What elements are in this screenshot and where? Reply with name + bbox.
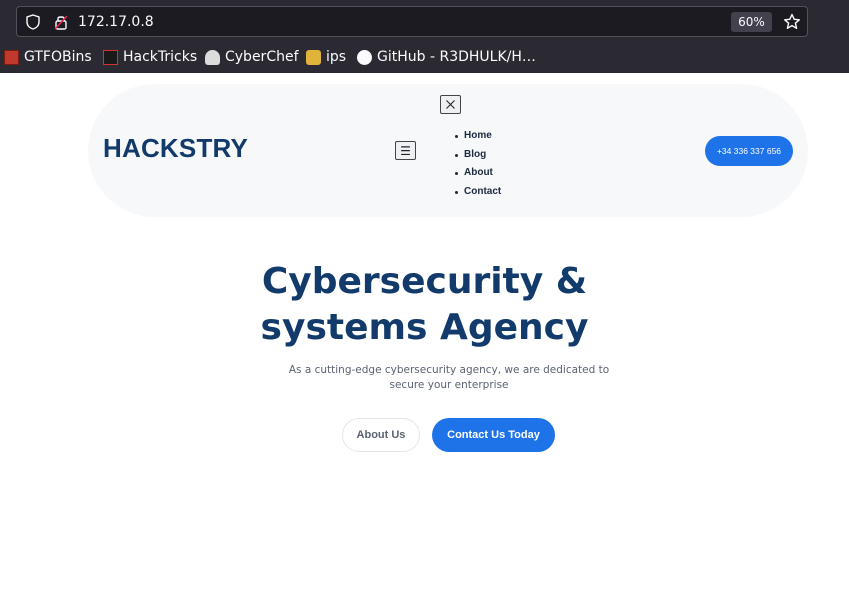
bookmark-github[interactable]: GitHub - R3DHULK/H… — [357, 44, 536, 70]
hero-subtitle: As a cutting-edge cybersecurity agency, … — [288, 364, 610, 391]
bookmark-star-icon[interactable] — [782, 12, 802, 32]
tracking-protection-shield-icon[interactable] — [24, 13, 42, 31]
bookmark-label: GitHub - R3DHULK/H… — [377, 49, 536, 65]
nav-link-contact[interactable]: Contact — [455, 183, 501, 202]
close-menu-icon[interactable] — [440, 95, 461, 114]
hero-title-line-1: Cybersecurity & — [261, 261, 588, 302]
hamburger-menu-icon[interactable]: ☰ — [395, 141, 416, 160]
bookmark-label: HackTricks — [123, 49, 198, 65]
site-header: HACKSTRY ☰ Home Blog About Contact +34 3… — [88, 84, 808, 217]
address-bar[interactable]: 172.17.0.8 60% — [16, 6, 808, 37]
about-us-button[interactable]: About Us — [342, 418, 420, 452]
bookmark-label: CyberChef — [225, 49, 299, 65]
bookmark-cyberchef[interactable]: CyberChef — [205, 44, 299, 70]
bookmark-ips[interactable]: ips — [306, 44, 346, 70]
url-text[interactable]: 172.17.0.8 — [78, 12, 154, 32]
bookmark-label: GTFOBins — [24, 49, 92, 65]
bookmarks-toolbar: GTFOBins HackTricks CyberChef ips GitHub… — [0, 44, 849, 70]
web-page: HACKSTRY ☰ Home Blog About Contact +34 3… — [0, 73, 849, 593]
zoom-level-button[interactable]: 60% — [731, 12, 772, 32]
contact-us-button[interactable]: Contact Us Today — [432, 418, 555, 452]
nav-menu: Home Blog About Contact — [455, 127, 501, 201]
hero-title-line-2: systems Agency — [260, 307, 589, 348]
hero-title: Cybersecurity & systems Agency — [0, 259, 849, 351]
bookmark-gtfobins[interactable]: GTFOBins — [4, 44, 92, 70]
bookmark-hacktricks[interactable]: HackTricks — [103, 44, 197, 70]
nav-link-blog[interactable]: Blog — [455, 146, 501, 165]
gtfobins-icon — [4, 49, 19, 65]
site-logo[interactable]: HACKSTRY — [103, 133, 248, 164]
hacktricks-icon — [103, 49, 118, 65]
nav-link-about[interactable]: About — [455, 164, 501, 183]
insecure-lock-icon[interactable] — [52, 13, 70, 31]
browser-toolbar: 172.17.0.8 60% GTFOBins HackTricks Cyber… — [0, 0, 849, 73]
close-icon — [446, 100, 455, 109]
nav-link-home[interactable]: Home — [455, 127, 501, 146]
phone-button[interactable]: +34 336 337 656 — [705, 136, 793, 166]
ips-icon — [306, 49, 321, 65]
cyberchef-icon — [205, 49, 220, 65]
github-icon — [357, 49, 372, 65]
bookmark-label: ips — [326, 49, 347, 65]
